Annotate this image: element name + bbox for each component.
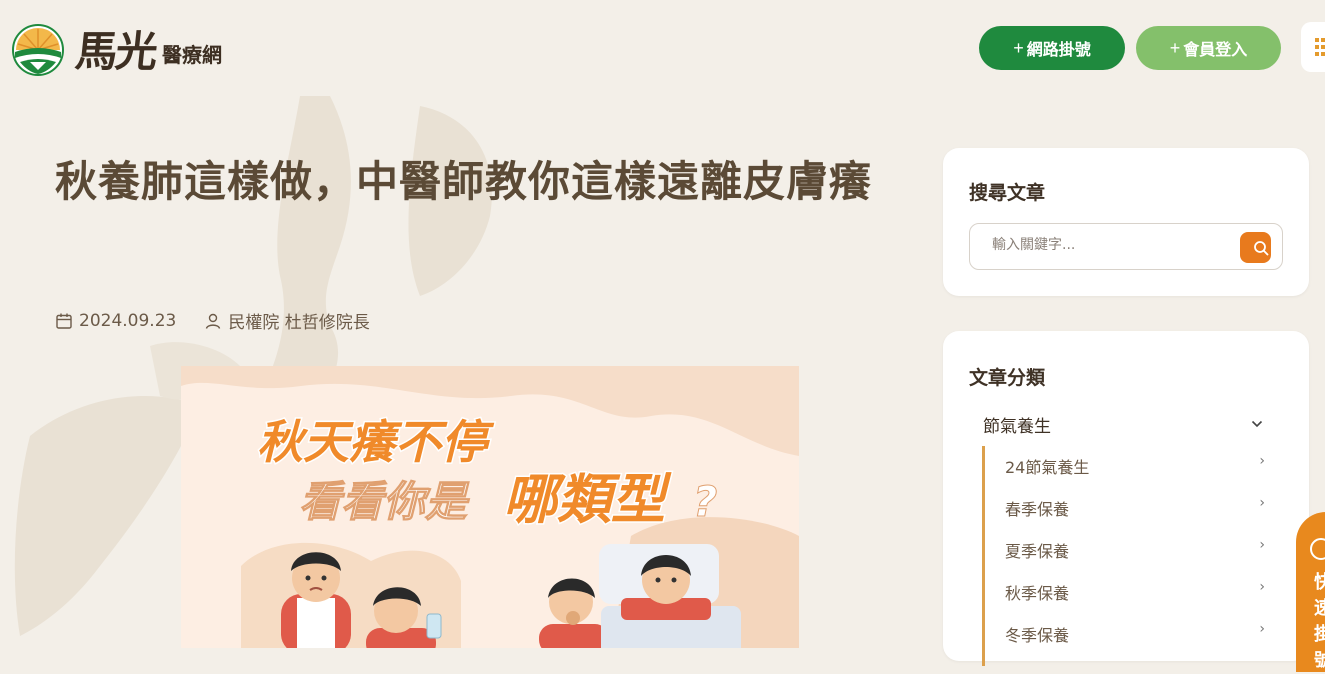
hero-line1: 秋天癢不停 bbox=[257, 415, 495, 469]
subcategory-item-summer[interactable]: 夏季保養 › bbox=[1005, 537, 1265, 562]
subcategory-label: 春季保養 bbox=[1005, 500, 1070, 519]
clock-icon bbox=[1310, 538, 1325, 560]
plus-icon: + bbox=[1013, 37, 1024, 58]
hero-line2-suffix: ? bbox=[693, 477, 717, 526]
article-author: 民權院 杜哲修院長 bbox=[228, 313, 370, 333]
chevron-right-icon: › bbox=[1259, 495, 1265, 511]
subcategory-item-spring[interactable]: 春季保養 › bbox=[1005, 495, 1265, 520]
hero-illustration: 秋天癢不停 看看你是 哪類型 ? bbox=[181, 366, 799, 648]
user-icon bbox=[206, 313, 221, 329]
article-title: 秋養肺這樣做，中醫師教你這樣遠離皮膚癢 bbox=[55, 157, 873, 206]
logo-brand-text: 馬光 bbox=[73, 27, 159, 76]
site-header: 馬光 醫療網 + 網路掛號 + 會員登入 bbox=[0, 0, 1325, 96]
article-hero-image: 秋天癢不停 看看你是 哪類型 ? bbox=[181, 366, 799, 648]
category-rail bbox=[982, 446, 985, 666]
calendar-icon bbox=[56, 313, 72, 329]
subcategory-item-winter[interactable]: 冬季保養 › bbox=[1005, 621, 1265, 646]
search-input[interactable] bbox=[990, 236, 1234, 254]
subcategory-label: 夏季保養 bbox=[1005, 542, 1070, 561]
online-registration-button[interactable]: + 網路掛號 bbox=[979, 26, 1125, 70]
chevron-right-icon: › bbox=[1259, 579, 1265, 595]
grid-menu-icon bbox=[1315, 38, 1325, 56]
logo-subtitle: 醫療網 bbox=[162, 43, 223, 67]
member-login-label: 會員登入 bbox=[1183, 42, 1248, 59]
article-author-block: 民權院 杜哲修院長 bbox=[204, 308, 370, 333]
search-button[interactable] bbox=[1240, 232, 1271, 263]
plus-icon: + bbox=[1169, 37, 1181, 58]
subcategory-label: 冬季保養 bbox=[1005, 626, 1070, 645]
member-login-button[interactable]: + 會員登入 bbox=[1136, 26, 1281, 70]
category-panel-title: 文章分類 bbox=[969, 367, 1046, 389]
hero-line2-prefix: 看看你是 bbox=[299, 477, 470, 526]
subcategory-item-24-solar-terms[interactable]: 24節氣養生 › bbox=[1005, 453, 1265, 478]
chevron-right-icon: › bbox=[1259, 537, 1265, 553]
floating-quick-tab[interactable]: 快速掛號 bbox=[1296, 512, 1325, 672]
logo-emblem-icon bbox=[12, 23, 64, 76]
article-meta: 2024.09.23 民權院 杜哲修院長 bbox=[55, 308, 370, 333]
menu-button[interactable] bbox=[1301, 22, 1325, 72]
chevron-down-icon bbox=[1251, 420, 1263, 428]
search-panel: 搜尋文章 bbox=[943, 148, 1309, 296]
subcategory-item-autumn[interactable]: 秋季保養 › bbox=[1005, 579, 1265, 604]
online-registration-label: 網路掛號 bbox=[1026, 42, 1091, 59]
search-box bbox=[969, 223, 1283, 270]
category-panel: 文章分類 節氣養生 24節氣養生 › 春季保養 › 夏季保養 › 秋季保養 › … bbox=[943, 331, 1309, 666]
category-main-label: 節氣養生 bbox=[983, 416, 1051, 437]
article-date: 2024.09.23 bbox=[79, 310, 177, 331]
floating-tab-label: 快速掛號 bbox=[1314, 572, 1325, 671]
chevron-right-icon: › bbox=[1259, 453, 1265, 469]
subcategory-label: 秋季保養 bbox=[1005, 584, 1070, 603]
site-logo[interactable]: 馬光 醫療網 bbox=[12, 18, 222, 79]
search-icon bbox=[1254, 241, 1269, 256]
hero-line2-emphasis: 哪類型 bbox=[503, 468, 672, 531]
chevron-right-icon: › bbox=[1259, 621, 1265, 637]
category-item-seasonal[interactable]: 節氣養生 bbox=[983, 412, 1263, 437]
subcategory-label: 24節氣養生 bbox=[1005, 458, 1090, 477]
search-panel-title: 搜尋文章 bbox=[969, 182, 1046, 204]
